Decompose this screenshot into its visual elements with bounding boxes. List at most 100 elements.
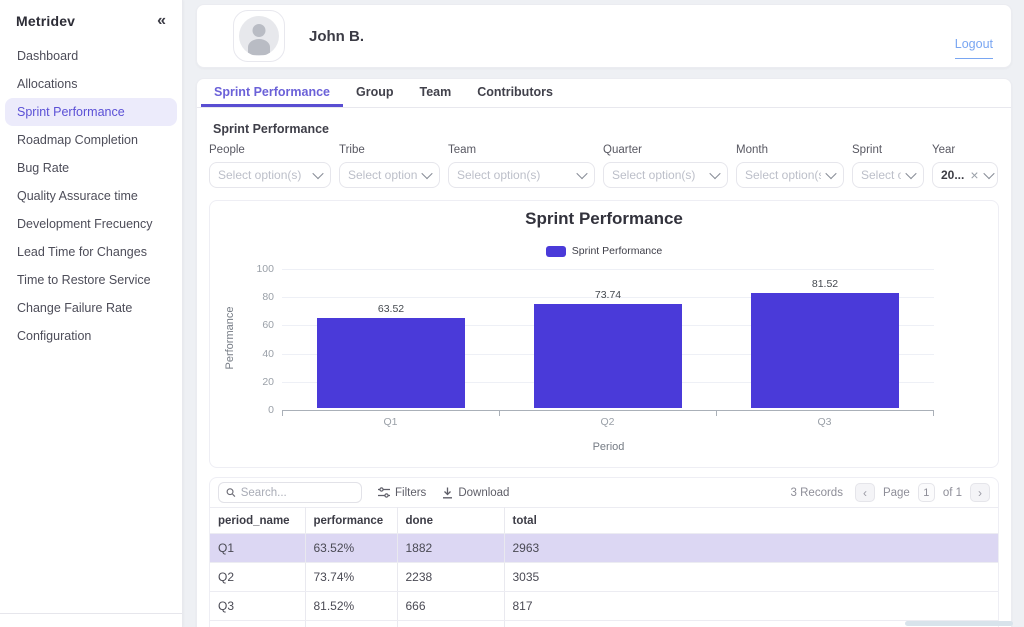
bar-q2[interactable]: 73.74 — [534, 289, 682, 408]
clear-icon[interactable]: × — [970, 168, 978, 182]
user-name: John B. — [309, 27, 364, 45]
filter-team: Team Select option(s) — [448, 144, 595, 188]
results-table: period_name performance done total Q1 63… — [210, 507, 998, 627]
bar — [534, 304, 682, 408]
tab-sprint-performance[interactable]: Sprint Performance — [201, 79, 344, 107]
y-tick-label: 20 — [262, 376, 274, 388]
bar-q3[interactable]: 81.52 — [751, 278, 899, 408]
y-tick-label: 100 — [256, 263, 274, 275]
filter-people: People Select option(s) — [209, 144, 331, 188]
gridline — [282, 269, 934, 270]
year-select[interactable]: 20... × — [932, 162, 998, 188]
download-button[interactable]: Download — [442, 487, 509, 499]
sidebar-item-change-failure-rate[interactable]: Change Failure Rate — [5, 294, 177, 322]
filter-sprint-label: Sprint — [852, 144, 883, 156]
chevron-down-icon — [421, 167, 433, 180]
sidebar: Metridev « Dashboard Allocations Sprint … — [0, 0, 183, 627]
tab-team[interactable]: Team — [407, 79, 465, 107]
y-tick-label: 80 — [262, 291, 274, 303]
filters-button[interactable]: Filters — [378, 487, 426, 499]
table-toolbar: Filters Download 3 Records ‹ Page of 1 › — [210, 478, 998, 507]
sidebar-item-dashboard[interactable]: Dashboard — [5, 42, 177, 70]
brand-logo: Metridev — [16, 13, 76, 29]
x-axis-line — [282, 410, 934, 411]
x-tick-label: Q3 — [817, 416, 832, 428]
y-axis-title: Performance — [224, 306, 236, 370]
logout-link[interactable]: Logout — [954, 37, 993, 59]
content-card: Sprint Performance Group Team Contributo… — [196, 78, 1012, 627]
bar-q1[interactable]: 63.52 — [317, 303, 465, 408]
records-count: 3 Records — [790, 486, 843, 499]
sprint-select[interactable]: Select option(s) — [852, 162, 924, 188]
search-box[interactable] — [218, 482, 362, 503]
x-tick-label: Q2 — [600, 416, 615, 428]
main-area: John B. Logout Sprint Performance Group … — [196, 0, 1012, 627]
tribe-select[interactable]: Select option(s) — [339, 162, 440, 188]
bar — [751, 293, 899, 408]
sidebar-item-bug-rate[interactable]: Bug Rate — [5, 154, 177, 182]
sidebar-item-allocations[interactable]: Allocations — [5, 70, 177, 98]
page-number-input[interactable] — [917, 483, 935, 502]
bar-value-label: 63.52 — [377, 303, 405, 316]
chevron-down-icon — [905, 167, 917, 180]
sidebar-item-configuration[interactable]: Configuration — [5, 322, 177, 350]
chevron-down-icon — [825, 167, 837, 180]
team-select[interactable]: Select option(s) — [448, 162, 595, 188]
bar-value-label: 73.74 — [594, 289, 622, 301]
search-input[interactable] — [240, 486, 354, 499]
filter-team-label: Team — [448, 144, 477, 156]
filter-year-label: Year — [932, 144, 956, 156]
sidebar-item-sprint-performance[interactable]: Sprint Performance — [5, 98, 177, 126]
month-select[interactable]: Select option(s) — [736, 162, 844, 188]
chevron-down-icon — [709, 167, 721, 180]
quarter-select[interactable]: Select option(s) — [603, 162, 728, 188]
chart-legend[interactable]: Sprint Performance — [210, 245, 998, 257]
tab-contributors[interactable]: Contributors — [464, 79, 566, 107]
page-label: Page — [882, 486, 910, 499]
people-select[interactable]: Select option(s) — [209, 162, 331, 188]
sidebar-item-development-frequency[interactable]: Development Frecuency — [5, 210, 177, 238]
sidebar-item-time-to-restore-service[interactable]: Time to Restore Service — [5, 266, 177, 294]
table-row[interactable]: Q1 63.52% 1882 2963 — [210, 533, 998, 563]
page-total-label: of 1 — [942, 486, 962, 499]
bar — [317, 318, 465, 408]
sidebar-item-roadmap-completion[interactable]: Roadmap Completion — [5, 126, 177, 154]
column-header-done[interactable]: done — [397, 507, 505, 534]
search-icon — [226, 488, 236, 497]
filter-month-label: Month — [736, 144, 768, 156]
horizontal-scrollbar[interactable] — [905, 621, 1013, 626]
results-table-card: Filters Download 3 Records ‹ Page of 1 › — [209, 477, 999, 627]
avatar[interactable] — [233, 10, 285, 62]
page-title: Sprint Performance — [213, 122, 330, 136]
table-row[interactable]: Q3 81.52% 666 817 — [210, 591, 998, 621]
column-header-total[interactable]: total — [504, 507, 998, 534]
prev-page-button[interactable]: ‹ — [854, 483, 875, 502]
column-header-performance[interactable]: performance — [305, 507, 398, 534]
filters-icon — [378, 487, 390, 498]
sidebar-nav: Dashboard Allocations Sprint Performance… — [0, 42, 182, 350]
y-tick-label: 60 — [262, 319, 274, 331]
table-row[interactable]: Q2 73.74% 2238 3035 — [210, 562, 998, 592]
table-header-row: period_name performance done total — [210, 507, 998, 534]
chevron-down-icon — [312, 167, 324, 180]
column-header-period-name[interactable]: period_name — [210, 507, 306, 534]
tab-group[interactable]: Group — [343, 79, 407, 107]
filter-month: Month Select option(s) — [736, 144, 844, 188]
filter-quarter: Quarter Select option(s) — [603, 144, 728, 188]
next-page-button[interactable]: › — [970, 483, 990, 502]
bar-value-label: 81.52 — [811, 278, 839, 291]
chevron-down-icon — [982, 167, 995, 180]
filter-quarter-label: Quarter — [603, 144, 642, 156]
collapse-sidebar-icon[interactable]: « — [157, 12, 166, 30]
filter-tribe-label: Tribe — [339, 144, 365, 156]
x-tick-mark — [933, 411, 934, 416]
chart-title: Sprint Performance — [525, 209, 683, 228]
y-tick-label: 0 — [268, 404, 274, 416]
x-tick-label: Q1 — [383, 416, 398, 428]
legend-swatch — [545, 245, 566, 257]
filter-people-label: People — [209, 144, 245, 156]
sidebar-item-quality-assurance-time[interactable]: Quality Assurace time — [5, 182, 177, 210]
sidebar-item-lead-time-for-changes[interactable]: Lead Time for Changes — [5, 238, 177, 266]
sprint-performance-chart: Sprint Performance Sprint Performance 10… — [209, 200, 999, 468]
filters-row: People Select option(s) Tribe Select opt… — [197, 136, 1011, 188]
